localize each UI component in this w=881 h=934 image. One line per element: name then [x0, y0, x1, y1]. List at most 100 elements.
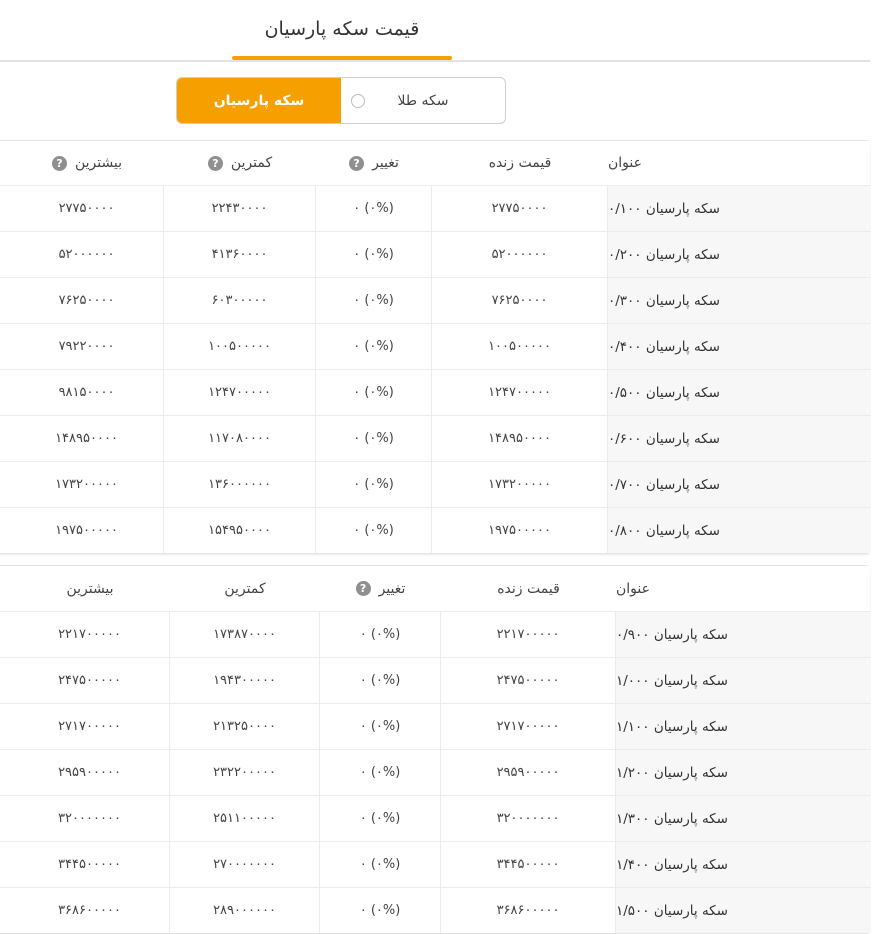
cell-max: ۲۷۱۷۰۰۰۰۰ — [10, 704, 170, 749]
cell-min: ۱۳۶۰۰۰۰۰۰ — [164, 462, 316, 507]
cell-min: ۶۰۳۰۰۰۰۰ — [164, 278, 316, 323]
cell-live-price: ۷۶۲۵۰۰۰۰ — [432, 278, 608, 323]
cell-max: ۲۴۷۵۰۰۰۰۰ — [10, 658, 170, 703]
table-row: سکه پارسیان ۱/۴۰۰ ۳۴۴۵۰۰۰۰۰ ۰ (۰%) ۲۷۰۰۰۰۰۰… — [0, 842, 870, 888]
table-header-row: عنوان قیمت زنده تغییر? کمترین بیشترین — [0, 566, 870, 612]
table-row: سکه پارسیان ۱/۳۰۰ ۳۲۰۰۰۰۰۰۰ ۰ (۰%) ۲۵۱۱۰۰۰۰… — [0, 796, 870, 842]
cell-title: سکه پارسیان ۰/۳۰۰ — [608, 278, 870, 323]
cell-min: ۱۵۴۹۵۰۰۰۰ — [164, 508, 316, 553]
cell-live-price: ۲۴۷۵۰۰۰۰۰ — [441, 658, 616, 703]
cell-min: ۲۱۳۲۵۰۰۰۰ — [170, 704, 320, 749]
cell-title: سکه پارسیان ۰/۹۰۰ — [616, 612, 870, 657]
cell-change: ۰ (۰%) — [316, 324, 432, 369]
table-row: سکه پارسیان ۰/۱۰۰ ۲۷۷۵۰۰۰۰ ۰ (۰%) ۲۲۴۳۰۰۰۰ ۲… — [0, 186, 870, 232]
cell-live-price: ۳۲۰۰۰۰۰۰۰ — [441, 796, 616, 841]
cell-live-price: ۲۷۱۷۰۰۰۰۰ — [441, 704, 616, 749]
cell-change: ۰ (۰%) — [316, 278, 432, 323]
price-table-1: عنوان قیمت زنده تغییر? کمترین? بیشترین? … — [0, 140, 870, 554]
cell-live-price: ۲۲۱۷۰۰۰۰۰ — [441, 612, 616, 657]
cell-title: سکه پارسیان ۰/۵۰۰ — [608, 370, 870, 415]
cell-live-price: ۱۹۷۵۰۰۰۰۰ — [432, 508, 608, 553]
cell-max: ۱۹۷۵۰۰۰۰۰ — [10, 508, 164, 553]
cell-min: ۱۲۴۷۰۰۰۰۰ — [164, 370, 316, 415]
header-min: کمترین — [224, 580, 266, 597]
cell-min: ۱۱۷۰۸۰۰۰۰ — [164, 416, 316, 461]
help-icon[interactable]: ? — [51, 155, 67, 171]
table-row: سکه پارسیان ۱/۰۰۰ ۲۴۷۵۰۰۰۰۰ ۰ (۰%) ۱۹۴۳۰۰۰۰… — [0, 658, 870, 704]
cell-live-price: ۵۲۰۰۰۰۰۰ — [432, 232, 608, 277]
help-icon[interactable]: ? — [349, 155, 365, 171]
table-row: سکه پارسیان ۰/۶۰۰ ۱۴۸۹۵۰۰۰۰ ۰ (۰%) ۱۱۷۰۸۰۰۰… — [0, 416, 870, 462]
table-row: سکه پارسیان ۰/۴۰۰ ۱۰۰۵۰۰۰۰۰ ۰ (۰%) ۱۰۰۵۰۰۰۰… — [0, 324, 870, 370]
price-table-2: عنوان قیمت زنده تغییر? کمترین بیشترین سک… — [0, 565, 870, 934]
cell-title: سکه پارسیان ۱/۵۰۰ — [616, 888, 870, 933]
cell-change: ۰ (۰%) — [316, 186, 432, 231]
table-row: سکه پارسیان ۰/۸۰۰ ۱۹۷۵۰۰۰۰۰ ۰ (۰%) ۱۵۴۹۵۰۰۰… — [0, 508, 870, 553]
header-max: بیشترین? — [10, 141, 164, 185]
cell-live-price: ۳۶۸۶۰۰۰۰۰ — [441, 888, 616, 933]
table-row: سکه پارسیان ۰/۳۰۰ ۷۶۲۵۰۰۰۰ ۰ (۰%) ۶۰۳۰۰۰۰۰ ۷… — [0, 278, 870, 324]
cell-change: ۰ (۰%) — [320, 888, 441, 933]
toggle-option-gold-coin[interactable]: سکه طلا — [341, 78, 505, 123]
cell-change: ۰ (۰%) — [320, 842, 441, 887]
cell-live-price: ۳۴۴۵۰۰۰۰۰ — [441, 842, 616, 887]
cell-title: سکه پارسیان ۱/۱۰۰ — [616, 704, 870, 749]
cell-max: ۱۴۸۹۵۰۰۰۰ — [10, 416, 164, 461]
header-live-price: قیمت زنده — [488, 155, 552, 171]
cell-min: ۲۳۲۲۰۰۰۰۰ — [170, 750, 320, 795]
cell-title: سکه پارسیان ۱/۴۰۰ — [616, 842, 870, 887]
header-max-label: بیشترین — [74, 155, 123, 171]
cell-min: ۴۱۳۶۰۰۰۰ — [164, 232, 316, 277]
cell-change: ۰ (۰%) — [320, 750, 441, 795]
table-row: سکه پارسیان ۱/۲۰۰ ۲۹۵۹۰۰۰۰۰ ۰ (۰%) ۲۳۲۲۰۰۰۰… — [0, 750, 870, 796]
header-title: عنوان — [616, 566, 870, 611]
cell-min: ۲۷۰۰۰۰۰۰۰ — [170, 842, 320, 887]
toggle-option-parsian[interactable]: سکه پارسیان — [177, 78, 341, 123]
cell-max: ۳۴۴۵۰۰۰۰۰ — [10, 842, 170, 887]
cell-title: سکه پارسیان ۰/۷۰۰ — [608, 462, 870, 507]
cell-live-price: ۲۹۵۹۰۰۰۰۰ — [441, 750, 616, 795]
table-header-row: عنوان قیمت زنده تغییر? کمترین? بیشترین? — [0, 141, 870, 186]
header-change: تغییر? — [316, 141, 432, 185]
help-icon[interactable]: ? — [207, 155, 223, 171]
cell-max: ۳۲۰۰۰۰۰۰۰ — [10, 796, 170, 841]
coin-type-toggle[interactable]: سکه پارسیان سکه طلا — [176, 77, 506, 124]
cell-min: ۲۵۱۱۰۰۰۰۰ — [170, 796, 320, 841]
table-row: سکه پارسیان ۰/۵۰۰ ۱۲۴۷۰۰۰۰۰ ۰ (۰%) ۱۲۴۷۰۰۰۰… — [0, 370, 870, 416]
cell-title: سکه پارسیان ۰/۲۰۰ — [608, 232, 870, 277]
cell-change: ۰ (۰%) — [320, 704, 441, 749]
header-max: بیشترین — [66, 580, 114, 597]
page-title: قیمت سکه پارسیان — [264, 18, 420, 40]
cell-live-price: ۱۴۸۹۵۰۰۰۰ — [432, 416, 608, 461]
toggle-knob[interactable] — [351, 94, 365, 108]
cell-max: ۲۷۷۵۰۰۰۰ — [10, 186, 164, 231]
cell-title: سکه پارسیان ۰/۴۰۰ — [608, 324, 870, 369]
cell-max: ۷۹۲۲۰۰۰۰ — [10, 324, 164, 369]
cell-change: ۰ (۰%) — [316, 370, 432, 415]
cell-live-price: ۱۰۰۵۰۰۰۰۰ — [432, 324, 608, 369]
header-change-label: تغییر — [372, 155, 399, 171]
table-row: سکه پارسیان ۱/۵۰۰ ۳۶۸۶۰۰۰۰۰ ۰ (۰%) ۲۸۹۰۰۰۰۰… — [0, 888, 870, 933]
cell-title: سکه پارسیان ۱/۲۰۰ — [616, 750, 870, 795]
table-row: سکه پارسیان ۱/۱۰۰ ۲۷۱۷۰۰۰۰۰ ۰ (۰%) ۲۱۳۲۵۰۰۰… — [0, 704, 870, 750]
table-row: سکه پارسیان ۰/۲۰۰ ۵۲۰۰۰۰۰۰ ۰ (۰%) ۴۱۳۶۰۰۰۰ ۵… — [0, 232, 870, 278]
cell-change: ۰ (۰%) — [316, 508, 432, 553]
help-icon[interactable]: ? — [355, 581, 371, 596]
cell-live-price: ۲۷۷۵۰۰۰۰ — [432, 186, 608, 231]
cell-change: ۰ (۰%) — [316, 416, 432, 461]
cell-title: سکه پارسیان ۱/۰۰۰ — [616, 658, 870, 703]
cell-change: ۰ (۰%) — [320, 658, 441, 703]
cell-max: ۲۹۵۹۰۰۰۰۰ — [10, 750, 170, 795]
cell-min: ۱۷۳۸۷۰۰۰۰ — [170, 612, 320, 657]
cell-max: ۷۶۲۵۰۰۰۰ — [10, 278, 164, 323]
cell-change: ۰ (۰%) — [316, 462, 432, 507]
cell-max: ۵۲۰۰۰۰۰۰ — [10, 232, 164, 277]
cell-change: ۰ (۰%) — [316, 232, 432, 277]
cell-title: سکه پارسیان ۰/۱۰۰ — [608, 186, 870, 231]
cell-min: ۱۰۰۵۰۰۰۰۰ — [164, 324, 316, 369]
cell-title: سکه پارسیان ۰/۶۰۰ — [608, 416, 870, 461]
active-tab-indicator — [232, 56, 452, 60]
cell-title: سکه پارسیان ۰/۸۰۰ — [608, 508, 870, 553]
table-row: سکه پارسیان ۰/۷۰۰ ۱۷۳۲۰۰۰۰۰ ۰ (۰%) ۱۳۶۰۰۰۰۰… — [0, 462, 870, 508]
cell-min: ۲۲۴۳۰۰۰۰ — [164, 186, 316, 231]
